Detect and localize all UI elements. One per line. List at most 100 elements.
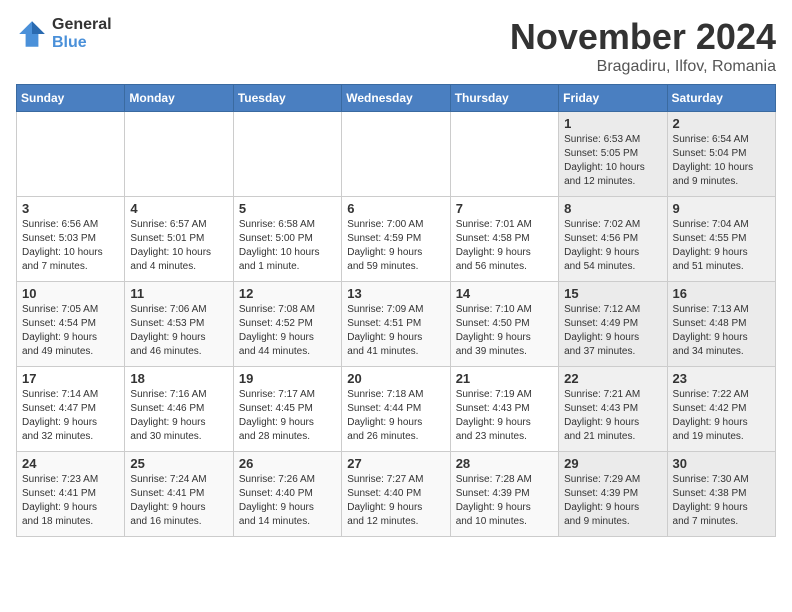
- weekday-header-sunday: Sunday: [17, 85, 125, 112]
- day-number: 20: [347, 371, 444, 386]
- calendar-cell: 29 Sunrise: 7:29 AM Sunset: 4:39 PM Dayli…: [559, 452, 667, 537]
- day-info: Sunrise: 7:22 AM Sunset: 4:42 PM Dayligh…: [673, 388, 770, 444]
- day-number: 27: [347, 456, 444, 471]
- calendar-cell: 8Sunrise: 7:02 AM Sunset: 4:56 PM Daylig…: [559, 197, 667, 282]
- calendar-cell: 4 Sunrise: 6:57 AM Sunset: 5:01 PM Daylig…: [125, 197, 233, 282]
- page-header: General Blue November 2024 Bragadiru, Il…: [16, 16, 776, 76]
- calendar-cell: 18 Sunrise: 7:16 AM Sunset: 4:46 PM Dayli…: [125, 367, 233, 452]
- calendar-week-row: 1 Sunrise: 6:53 AM Sunset: 5:05 PM Daylig…: [17, 112, 776, 197]
- calendar-cell: [125, 112, 233, 197]
- calendar-cell: [342, 112, 450, 197]
- day-info: Sunrise: 7:01 AM Sunset: 4:58 PM Dayligh…: [456, 218, 553, 274]
- day-number: 1: [564, 116, 661, 131]
- day-info: Sunrise: 7:12 AM Sunset: 4:49 PM Dayligh…: [564, 303, 661, 359]
- day-number: 24: [22, 456, 119, 471]
- day-info: Sunrise: 7:27 AM Sunset: 4:40 PM Dayligh…: [347, 473, 444, 529]
- day-number: 30: [673, 456, 770, 471]
- day-info: Sunrise: 7:04 AM Sunset: 4:55 PM Dayligh…: [673, 218, 770, 274]
- calendar-cell: 9 Sunrise: 7:04 AM Sunset: 4:55 PM Daylig…: [667, 197, 775, 282]
- calendar-cell: 24 Sunrise: 7:23 AM Sunset: 4:41 PM Dayli…: [17, 452, 125, 537]
- day-info: Sunrise: 7:30 AM Sunset: 4:38 PM Dayligh…: [673, 473, 770, 529]
- calendar-week-row: 17 Sunrise: 7:14 AM Sunset: 4:47 PM Dayli…: [17, 367, 776, 452]
- calendar-cell: 11Sunrise: 7:06 AM Sunset: 4:53 PM Dayli…: [125, 282, 233, 367]
- day-number: 18: [130, 371, 227, 386]
- day-number: 17: [22, 371, 119, 386]
- day-number: 10: [22, 286, 119, 301]
- day-number: 5: [239, 201, 336, 216]
- calendar-cell: 21Sunrise: 7:19 AM Sunset: 4:43 PM Dayli…: [450, 367, 558, 452]
- day-info: Sunrise: 7:13 AM Sunset: 4:48 PM Dayligh…: [673, 303, 770, 359]
- day-number: 26: [239, 456, 336, 471]
- day-info: Sunrise: 7:29 AM Sunset: 4:39 PM Dayligh…: [564, 473, 661, 529]
- logo: General Blue: [16, 16, 112, 51]
- calendar-week-row: 3 Sunrise: 6:56 AM Sunset: 5:03 PM Daylig…: [17, 197, 776, 282]
- day-number: 28: [456, 456, 553, 471]
- day-info: Sunrise: 7:05 AM Sunset: 4:54 PM Dayligh…: [22, 303, 119, 359]
- day-info: Sunrise: 7:19 AM Sunset: 4:43 PM Dayligh…: [456, 388, 553, 444]
- day-info: Sunrise: 6:57 AM Sunset: 5:01 PM Dayligh…: [130, 218, 227, 274]
- day-info: Sunrise: 6:53 AM Sunset: 5:05 PM Dayligh…: [564, 133, 661, 189]
- weekday-header-monday: Monday: [125, 85, 233, 112]
- calendar-cell: 1 Sunrise: 6:53 AM Sunset: 5:05 PM Daylig…: [559, 112, 667, 197]
- day-number: 12: [239, 286, 336, 301]
- calendar-cell: 19Sunrise: 7:17 AM Sunset: 4:45 PM Dayli…: [233, 367, 341, 452]
- day-number: 23: [673, 371, 770, 386]
- day-number: 9: [673, 201, 770, 216]
- calendar-cell: 12 Sunrise: 7:08 AM Sunset: 4:52 PM Dayli…: [233, 282, 341, 367]
- calendar-cell: 27 Sunrise: 7:27 AM Sunset: 4:40 PM Dayli…: [342, 452, 450, 537]
- day-info: Sunrise: 7:18 AM Sunset: 4:44 PM Dayligh…: [347, 388, 444, 444]
- calendar-cell: [233, 112, 341, 197]
- day-info: Sunrise: 7:16 AM Sunset: 4:46 PM Dayligh…: [130, 388, 227, 444]
- day-number: 19: [239, 371, 336, 386]
- logo-blue-text: Blue: [52, 34, 112, 52]
- weekday-header-thursday: Thursday: [450, 85, 558, 112]
- day-info: Sunrise: 7:09 AM Sunset: 4:51 PM Dayligh…: [347, 303, 444, 359]
- weekday-header-row: SundayMondayTuesdayWednesdayThursdayFrid…: [17, 85, 776, 112]
- calendar-cell: 10 Sunrise: 7:05 AM Sunset: 4:54 PM Dayli…: [17, 282, 125, 367]
- day-number: 14: [456, 286, 553, 301]
- day-number: 4: [130, 201, 227, 216]
- day-number: 2: [673, 116, 770, 131]
- day-number: 15: [564, 286, 661, 301]
- calendar-cell: 20 Sunrise: 7:18 AM Sunset: 4:44 PM Dayli…: [342, 367, 450, 452]
- day-info: Sunrise: 7:08 AM Sunset: 4:52 PM Dayligh…: [239, 303, 336, 359]
- day-number: 7: [456, 201, 553, 216]
- calendar-cell: 7 Sunrise: 7:01 AM Sunset: 4:58 PM Daylig…: [450, 197, 558, 282]
- weekday-header-saturday: Saturday: [667, 85, 775, 112]
- day-info: Sunrise: 7:28 AM Sunset: 4:39 PM Dayligh…: [456, 473, 553, 529]
- day-number: 3: [22, 201, 119, 216]
- day-info: Sunrise: 7:06 AM Sunset: 4:53 PM Dayligh…: [130, 303, 227, 359]
- calendar-cell: 15 Sunrise: 7:12 AM Sunset: 4:49 PM Dayli…: [559, 282, 667, 367]
- calendar-cell: 23 Sunrise: 7:22 AM Sunset: 4:42 PM Dayli…: [667, 367, 775, 452]
- title-block: November 2024 Bragadiru, Ilfov, Romania: [510, 16, 776, 76]
- calendar-cell: 30 Sunrise: 7:30 AM Sunset: 4:38 PM Dayli…: [667, 452, 775, 537]
- day-number: 22: [564, 371, 661, 386]
- location-title: Bragadiru, Ilfov, Romania: [510, 58, 776, 76]
- weekday-header-tuesday: Tuesday: [233, 85, 341, 112]
- day-info: Sunrise: 7:21 AM Sunset: 4:43 PM Dayligh…: [564, 388, 661, 444]
- calendar-table: SundayMondayTuesdayWednesdayThursdayFrid…: [16, 84, 776, 537]
- calendar-cell: 5Sunrise: 6:58 AM Sunset: 5:00 PM Daylig…: [233, 197, 341, 282]
- logo-text: General Blue: [52, 16, 112, 51]
- calendar-cell: 16Sunrise: 7:13 AM Sunset: 4:48 PM Dayli…: [667, 282, 775, 367]
- calendar-cell: [450, 112, 558, 197]
- calendar-cell: 17 Sunrise: 7:14 AM Sunset: 4:47 PM Dayli…: [17, 367, 125, 452]
- weekday-header-friday: Friday: [559, 85, 667, 112]
- day-info: Sunrise: 7:02 AM Sunset: 4:56 PM Dayligh…: [564, 218, 661, 274]
- weekday-header-wednesday: Wednesday: [342, 85, 450, 112]
- day-info: Sunrise: 7:23 AM Sunset: 4:41 PM Dayligh…: [22, 473, 119, 529]
- day-info: Sunrise: 7:26 AM Sunset: 4:40 PM Dayligh…: [239, 473, 336, 529]
- day-info: Sunrise: 7:24 AM Sunset: 4:41 PM Dayligh…: [130, 473, 227, 529]
- day-number: 25: [130, 456, 227, 471]
- day-info: Sunrise: 6:56 AM Sunset: 5:03 PM Dayligh…: [22, 218, 119, 274]
- logo-general-text: General: [52, 16, 112, 34]
- calendar-cell: 13 Sunrise: 7:09 AM Sunset: 4:51 PM Dayli…: [342, 282, 450, 367]
- day-info: Sunrise: 6:54 AM Sunset: 5:04 PM Dayligh…: [673, 133, 770, 189]
- day-info: Sunrise: 7:14 AM Sunset: 4:47 PM Dayligh…: [22, 388, 119, 444]
- day-number: 29: [564, 456, 661, 471]
- calendar-cell: 3 Sunrise: 6:56 AM Sunset: 5:03 PM Daylig…: [17, 197, 125, 282]
- logo-icon: [16, 18, 48, 50]
- day-number: 13: [347, 286, 444, 301]
- calendar-cell: 2 Sunrise: 6:54 AM Sunset: 5:04 PM Daylig…: [667, 112, 775, 197]
- calendar-cell: 14Sunrise: 7:10 AM Sunset: 4:50 PM Dayli…: [450, 282, 558, 367]
